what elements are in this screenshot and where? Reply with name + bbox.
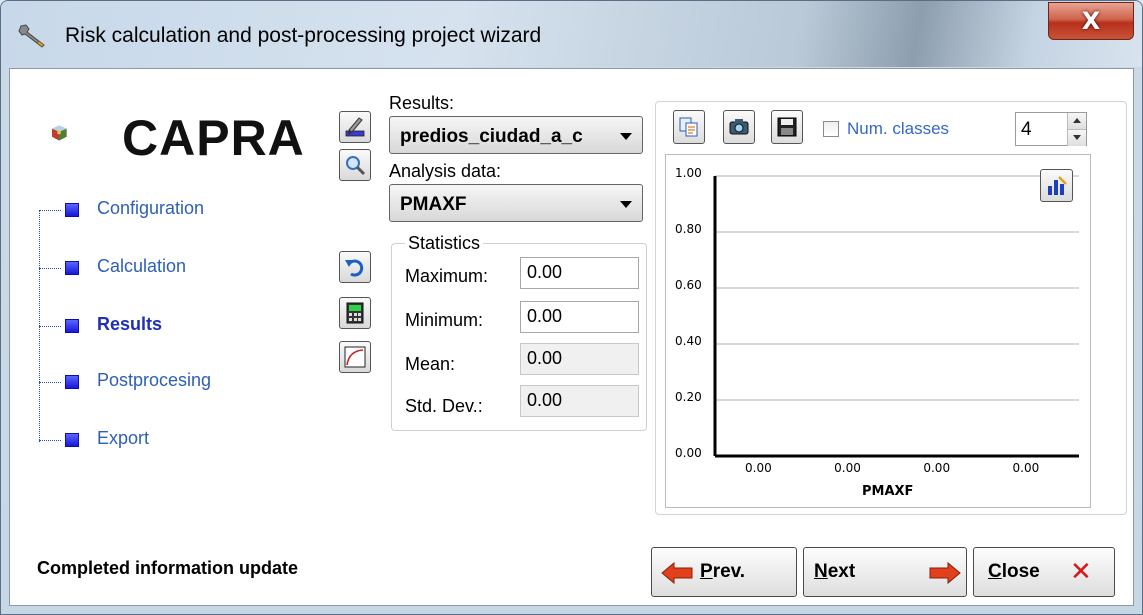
prev-button[interactable]: Prev. <box>651 547 797 597</box>
x-tick-label: 0.00 <box>1012 461 1040 475</box>
x-tick-label: 0.00 <box>745 461 772 475</box>
y-tick-label: 1.00 <box>675 166 702 180</box>
std-dev-label: Std. Dev.: <box>405 396 483 416</box>
window-close-button[interactable]: X <box>1048 2 1134 40</box>
title-bar[interactable]: Risk calculation and post-processing pro… <box>1 1 1142 67</box>
status-text: Completed information update <box>37 558 298 578</box>
curve-chart-icon <box>344 346 366 368</box>
y-tick-label: 0.00 <box>675 446 702 460</box>
window-title: Risk calculation and post-processing pro… <box>65 24 542 47</box>
spin-down-button[interactable] <box>1067 129 1086 146</box>
copy-chart-button[interactable] <box>673 110 705 144</box>
nav-square-icon <box>65 433 79 447</box>
y-tick-label: 0.40 <box>675 334 702 348</box>
next-button-mnemonic: N <box>814 561 828 582</box>
magnifier-icon <box>346 156 366 176</box>
minimum-label: Minimum: <box>405 310 484 330</box>
floppy-disk-icon <box>777 117 797 137</box>
arrow-right-icon <box>929 561 961 585</box>
nav-item-label: Postprocesing <box>97 370 212 390</box>
close-button-label: lose <box>1001 561 1040 582</box>
calculator-button[interactable] <box>339 297 371 329</box>
camera-icon <box>729 119 749 135</box>
arrow-left-icon <box>661 561 693 585</box>
chevron-down-icon <box>620 133 632 140</box>
analysis-data-select-value: PMAXF <box>400 194 467 215</box>
arrow-up-icon <box>1073 118 1081 123</box>
mean-field: 0.00 <box>520 343 639 375</box>
histogram-plot <box>713 175 1079 458</box>
nav-item-label: Configuration <box>97 198 205 218</box>
std-dev-field: 0.00 <box>520 385 639 417</box>
chevron-down-icon <box>620 201 632 208</box>
close-button-mnemonic: C <box>988 561 1002 582</box>
nav-square-icon <box>65 203 79 217</box>
close-button[interactable]: Close ✕ <box>973 547 1115 597</box>
capra-logo-text: CAPRA <box>122 110 305 166</box>
zoom-results-button[interactable] <box>339 149 371 181</box>
y-tick-label: 0.20 <box>675 390 702 404</box>
results-label: Results: <box>389 93 455 113</box>
nav-square-icon <box>65 319 79 333</box>
mean-label: Mean: <box>405 354 456 374</box>
nav-item-label: Export <box>97 428 150 448</box>
maximum-field[interactable]: 0.00 <box>520 257 639 289</box>
y-tick-label: 0.80 <box>675 222 702 236</box>
nav-square-icon <box>65 261 79 275</box>
bar-chart-icon <box>1047 175 1067 195</box>
undo-arrow-icon <box>345 259 364 277</box>
capra-logo-icon <box>52 125 67 141</box>
nav-square-icon <box>65 375 79 389</box>
nav-item-label: Calculation <box>97 256 187 276</box>
statistics-title: Statistics <box>405 233 484 254</box>
analysis-data-select[interactable]: PMAXF <box>389 184 643 222</box>
curve-button[interactable] <box>339 341 371 373</box>
save-chart-button[interactable] <box>771 110 803 144</box>
x-axis-label: PMAXF <box>862 484 914 499</box>
nav-item-label: Results <box>97 314 163 334</box>
y-tick-label: 0.60 <box>675 278 702 292</box>
analysis-data-label: Analysis data: <box>389 161 502 181</box>
maximum-label: Maximum: <box>405 266 489 286</box>
num-classes-label: Num. classes <box>847 119 950 138</box>
brush-icon <box>345 117 365 137</box>
num-classes-checkbox[interactable] <box>823 121 839 137</box>
arrow-down-icon <box>1073 135 1081 140</box>
num-classes-spinner[interactable]: 4 <box>1015 112 1087 146</box>
chart-options-button[interactable] <box>1040 169 1073 202</box>
wrench-icon <box>18 24 45 48</box>
edit-results-button[interactable] <box>339 111 371 143</box>
snapshot-button[interactable] <box>723 110 755 144</box>
wizard-window: Risk calculation and post-processing pro… <box>0 0 1143 615</box>
results-select-value: predios_ciudad_a_c <box>400 126 583 147</box>
close-icon: X <box>1081 7 1101 35</box>
num-classes-value: 4 <box>1021 119 1032 140</box>
refresh-button[interactable] <box>339 251 371 283</box>
x-tick-label: 0.00 <box>923 461 951 475</box>
x-tick-label: 0.00 <box>834 461 861 475</box>
minimum-field[interactable]: 0.00 <box>520 301 639 333</box>
next-button[interactable]: Next <box>803 547 967 597</box>
spin-up-button[interactable] <box>1067 113 1086 129</box>
close-x-icon: ✕ <box>1070 557 1092 587</box>
next-button-label: ext <box>827 561 856 582</box>
prev-button-label: rev. <box>712 561 746 582</box>
calculator-icon <box>346 302 364 324</box>
copy-icon <box>679 117 698 137</box>
prev-button-mnemonic: P <box>700 561 713 582</box>
results-select[interactable]: predios_ciudad_a_c <box>389 116 643 154</box>
